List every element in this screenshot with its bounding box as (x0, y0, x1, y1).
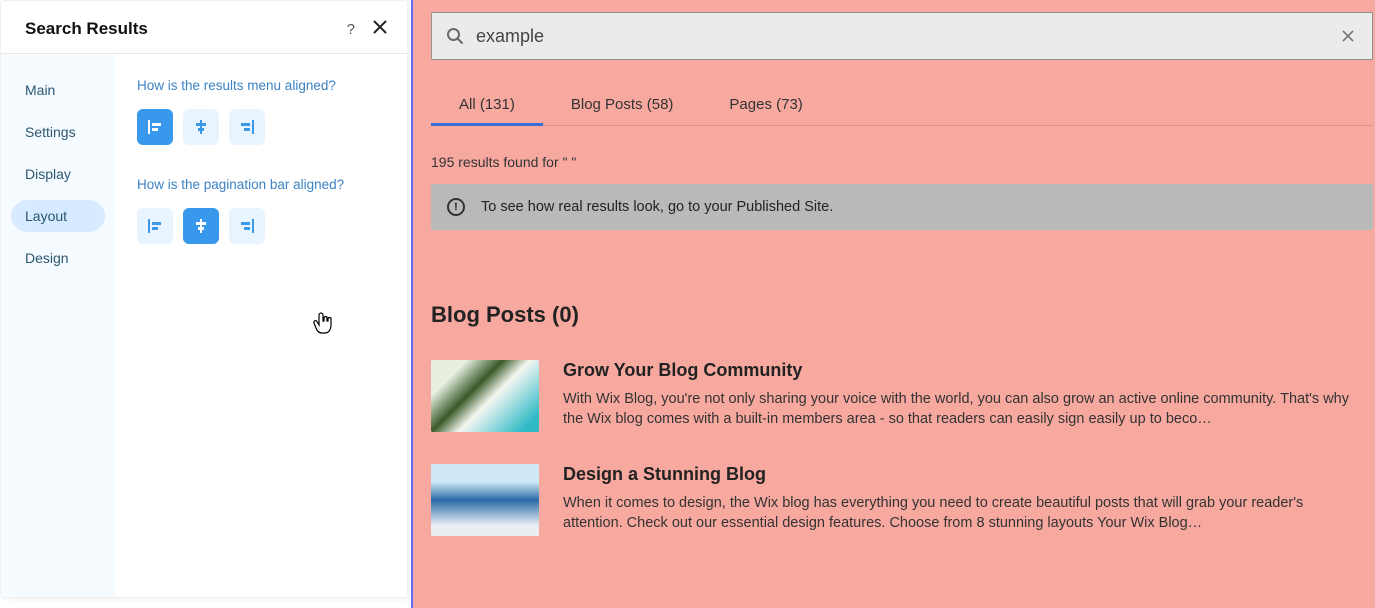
sidebar-item-layout[interactable]: Layout (11, 200, 105, 232)
tab-all[interactable]: All (131) (431, 86, 543, 125)
panel-header-actions: ? (347, 19, 387, 39)
section-title-blog-posts: Blog Posts (0) (431, 302, 1373, 328)
pagination-align-left-button[interactable] (137, 208, 173, 244)
result-item[interactable]: Grow Your Blog Community With Wix Blog, … (431, 360, 1373, 432)
sidebar-item-settings[interactable]: Settings (11, 116, 105, 148)
align-left-button[interactable] (137, 109, 173, 145)
pagination-align-right-button[interactable] (229, 208, 265, 244)
pagination-align-center-button[interactable] (183, 208, 219, 244)
help-icon[interactable]: ? (347, 21, 355, 38)
result-body: Grow Your Blog Community With Wix Blog, … (563, 360, 1373, 432)
close-icon[interactable] (373, 19, 387, 39)
sidebar-item-main[interactable]: Main (11, 74, 105, 106)
result-thumbnail (431, 360, 539, 432)
result-count: 195 results found for " " (431, 154, 1373, 170)
align-center-button[interactable] (183, 109, 219, 145)
search-query: example (476, 26, 1338, 47)
search-icon (446, 27, 464, 45)
results-align-group (137, 109, 385, 145)
result-title: Design a Stunning Blog (563, 464, 1355, 485)
panel-main: How is the results menu aligned? How is … (115, 54, 407, 597)
align-right-button[interactable] (229, 109, 265, 145)
question-pagination-align: How is the pagination bar aligned? (137, 177, 385, 192)
cursor-hand-icon (311, 312, 333, 336)
panel-body: Main Settings Display Layout Design How … (1, 53, 407, 597)
question-results-align: How is the results menu aligned? (137, 78, 385, 93)
sidebar-item-design[interactable]: Design (11, 242, 105, 274)
sidebar-item-display[interactable]: Display (11, 158, 105, 190)
preview-area: example All (131) Blog Posts (58) Pages … (413, 0, 1375, 608)
result-excerpt: When it comes to design, the Wix blog ha… (563, 493, 1355, 534)
result-thumbnail (431, 464, 539, 536)
search-bar[interactable]: example (431, 12, 1373, 60)
notice-text: To see how real results look, go to your… (481, 199, 833, 215)
result-excerpt: With Wix Blog, you're not only sharing y… (563, 389, 1355, 430)
result-item[interactable]: Design a Stunning Blog When it comes to … (431, 464, 1373, 536)
preview-notice: ! To see how real results look, go to yo… (431, 184, 1373, 230)
result-body: Design a Stunning Blog When it comes to … (563, 464, 1373, 536)
panel-title: Search Results (25, 19, 148, 39)
panel-sidebar: Main Settings Display Layout Design (1, 54, 115, 597)
tab-pages[interactable]: Pages (73) (701, 86, 830, 125)
info-icon: ! (447, 198, 465, 216)
settings-panel: Search Results ? Main Settings Display L… (0, 0, 408, 598)
tab-blog-posts[interactable]: Blog Posts (58) (543, 86, 702, 125)
clear-search-icon[interactable] (1338, 26, 1358, 47)
panel-header: Search Results ? (1, 1, 407, 53)
results-tabs: All (131) Blog Posts (58) Pages (73) (431, 86, 1373, 126)
result-title: Grow Your Blog Community (563, 360, 1355, 381)
pagination-align-group (137, 208, 385, 244)
